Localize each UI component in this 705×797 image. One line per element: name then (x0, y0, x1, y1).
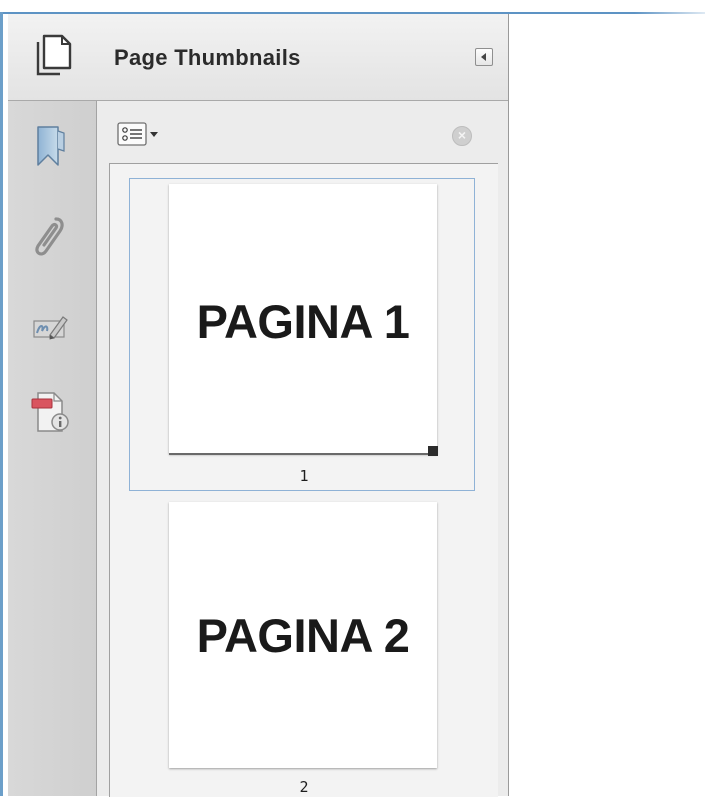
signatures-icon[interactable] (30, 303, 70, 349)
window-border-left (0, 12, 3, 796)
thumbnail-page-1[interactable]: PAGINA 1 (169, 184, 437, 454)
thumbnail-options-icon[interactable] (117, 122, 173, 146)
thumbnail-resize-handle[interactable] (428, 446, 438, 456)
close-panel-icon[interactable]: × (452, 126, 472, 146)
thumbnails-toolbar: × (97, 101, 508, 163)
collapse-panel-icon[interactable] (475, 48, 493, 66)
page-content-text: PAGINA 1 (196, 295, 410, 348)
page-edge (169, 453, 433, 455)
app-window: Page Thumbnails × PAGINA 1 1 PAGINA 2 2 (0, 0, 705, 797)
document-info-icon[interactable] (30, 389, 70, 435)
attachment-paperclip-icon[interactable] (30, 213, 70, 259)
bookmark-icon[interactable] (30, 123, 70, 169)
page-thumbnails-icon[interactable] (28, 32, 76, 80)
thumbnail-page-2[interactable]: PAGINA 2 (169, 502, 437, 768)
panel-title: Page Thumbnails (114, 45, 301, 70)
navigation-panel: Page Thumbnails × PAGINA 1 1 PAGINA 2 2 (8, 14, 509, 797)
page-number-label: 1 (299, 467, 309, 485)
panel-header: Page Thumbnails (8, 14, 508, 101)
page-content-text: PAGINA 2 (196, 609, 410, 662)
page-number-label: 2 (299, 778, 309, 796)
window-top-margin (0, 0, 705, 12)
side-rail (8, 101, 97, 796)
thumbnail-list: PAGINA 1 1 PAGINA 2 2 (109, 163, 498, 797)
thumbnails-pane: × PAGINA 1 1 PAGINA 2 2 (97, 101, 508, 797)
